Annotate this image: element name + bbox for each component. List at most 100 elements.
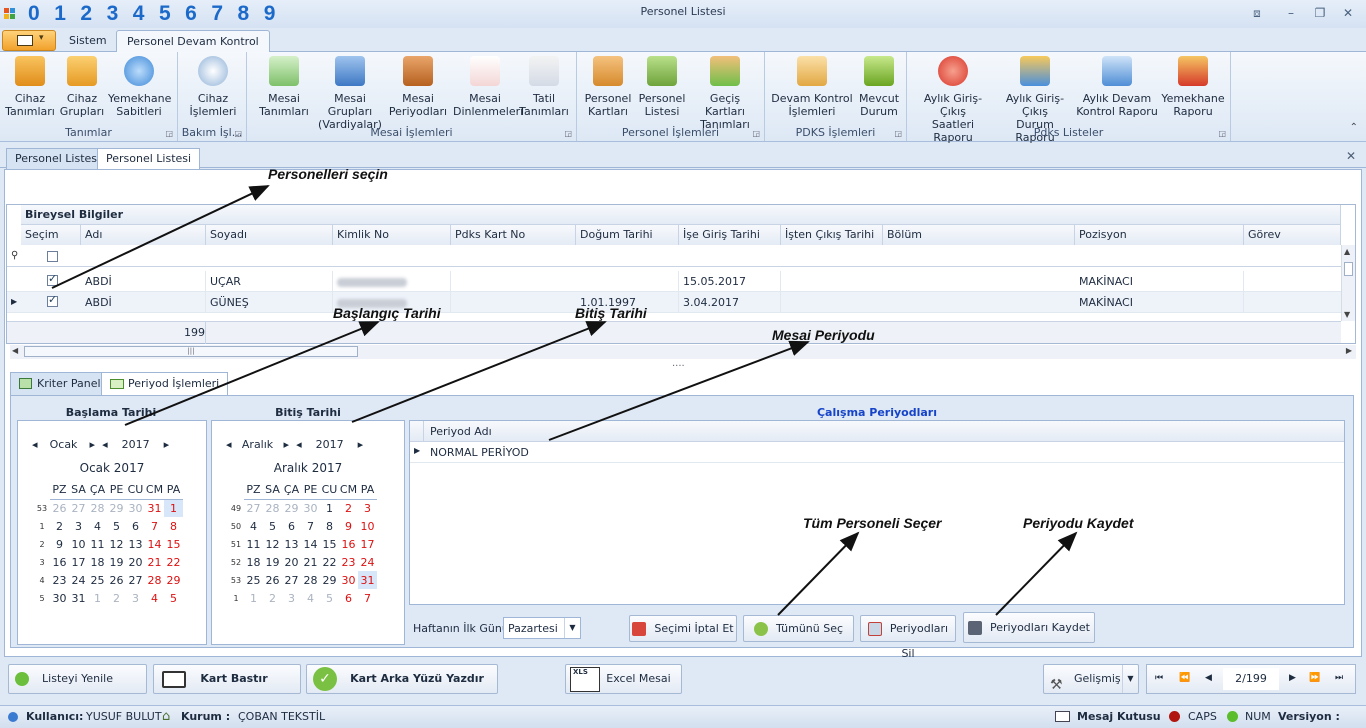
calendar-day[interactable]: 1 — [244, 589, 263, 607]
start-date-calendar[interactable]: ◂ Ocak ▸ ◂ 2017 ▸ Ocak 2017 PZ SA ÇA PE CU CM PA 53 26… — [17, 420, 207, 645]
calendar-day[interactable]: 28 — [263, 499, 282, 517]
dialog-launcher-icon[interactable]: ◲ — [564, 129, 572, 138]
calendar-day[interactable]: 14 — [301, 535, 320, 553]
calendar-day[interactable]: 20 — [126, 553, 145, 571]
calendar-day[interactable]: 15 — [320, 535, 339, 553]
prev-page-icon[interactable]: ◀ — [1205, 673, 1212, 683]
ribbon-button[interactable]: Cihaz İşlemleri — [182, 56, 244, 118]
column-header[interactable]: Doğum Tarihi — [576, 225, 679, 245]
next-month-icon[interactable]: ▸ — [90, 438, 96, 451]
splitter-handle[interactable]: .... — [672, 358, 685, 369]
calendar-day[interactable]: 26 — [50, 499, 69, 517]
vertical-scrollbar[interactable]: ▲ ▼ — [1341, 245, 1355, 321]
calendar-day[interactable]: 31 — [145, 499, 164, 517]
calendar-day[interactable]: 4 — [88, 517, 107, 535]
first-page-icon[interactable]: ⏮ — [1155, 673, 1163, 683]
calendar-day[interactable]: 29 — [164, 571, 183, 589]
calendar-day[interactable]: 19 — [263, 553, 282, 571]
dialog-launcher-icon[interactable]: ◲ — [1218, 129, 1226, 138]
ribbon-button[interactable]: Geçiş Kartları Tanımları — [689, 56, 761, 131]
ribbon-button[interactable]: Cihaz Grupları — [56, 56, 108, 118]
dialog-launcher-icon[interactable]: ◲ — [894, 129, 902, 138]
tab-sistem[interactable]: Sistem — [59, 30, 117, 52]
calendar-day[interactable]: 23 — [50, 571, 69, 589]
calendar-day[interactable]: 29 — [320, 571, 339, 589]
calendar-day[interactable]: 26 — [107, 571, 126, 589]
calendar-day[interactable]: 7 — [358, 589, 377, 607]
calendar-day[interactable]: 27 — [282, 571, 301, 589]
calendar-day[interactable]: 2 — [50, 517, 69, 535]
tab-periyod-islemleri[interactable]: Periyod İşlemleri — [101, 372, 229, 397]
calendar-day[interactable]: 6 — [339, 589, 358, 607]
calendar-day[interactable]: 29 — [282, 499, 301, 517]
calendar-day[interactable]: 30 — [301, 499, 320, 517]
doc-tab-personel-listesi-2[interactable]: Personel Listesi — [97, 148, 201, 169]
last-page-icon[interactable]: ⏭ — [1335, 673, 1343, 683]
close-window-button[interactable]: ✕ — [1341, 6, 1355, 20]
calendar-day[interactable]: 2 — [339, 499, 358, 517]
horizontal-scrollbar[interactable]: ◀ ||| ▶ — [10, 345, 1356, 359]
next-year-icon[interactable]: ▸ — [164, 438, 170, 451]
calendar-day[interactable]: 8 — [164, 517, 183, 535]
calendar-day[interactable]: 24 — [69, 571, 88, 589]
calendar-day[interactable]: 13 — [126, 535, 145, 553]
calendar-day[interactable]: 17 — [358, 535, 377, 553]
ribbon-button[interactable]: Aylık Devam Kontrol Raporu — [1075, 56, 1159, 118]
calendar-day[interactable]: 3 — [282, 589, 301, 607]
excel-overtime-button[interactable]: XLS Excel Mesai — [565, 664, 682, 694]
calendar-day[interactable]: 7 — [145, 517, 164, 535]
calendar-day[interactable]: 6 — [126, 517, 145, 535]
calendar-day[interactable]: 23 — [339, 553, 358, 571]
minimize-button[interactable]: – — [1284, 6, 1298, 20]
next-year-icon[interactable]: ▸ — [358, 438, 364, 451]
row-checkbox[interactable] — [47, 272, 58, 286]
ribbon-button[interactable]: Personel Listesi — [635, 56, 689, 118]
ribbon-button[interactable]: Yemekhane Sabitleri — [108, 56, 171, 118]
ribbon-button[interactable]: Tatil Tanımları — [519, 56, 569, 118]
calendar-day[interactable]: 27 — [244, 499, 263, 517]
app-menu-button[interactable]: ▾ — [2, 30, 56, 51]
calendar-day[interactable]: 31 — [358, 571, 377, 589]
calendar-day[interactable]: 5 — [164, 589, 183, 607]
calendar-day[interactable]: 16 — [339, 535, 358, 553]
calendar-day[interactable]: 3 — [69, 517, 88, 535]
column-header[interactable]: İşten Çıkış Tarihi — [781, 225, 883, 245]
ribbon-button[interactable]: Yemekhane Raporu — [1161, 56, 1225, 118]
ribbon-button[interactable]: Cihaz Tanımları — [4, 56, 56, 118]
cancel-selection-button[interactable]: Seçimi İptal Et — [629, 615, 737, 642]
message-box-link[interactable]: Mesaj Kutusu — [1077, 706, 1161, 728]
calendar-day[interactable]: 4 — [301, 589, 320, 607]
calendar-day[interactable]: 21 — [145, 553, 164, 571]
period-row[interactable]: ▶ NORMAL PERİYOD — [410, 442, 1344, 463]
calendar-day[interactable]: 13 — [282, 535, 301, 553]
tab-kriter-paneli[interactable]: Kriter Paneli — [10, 372, 113, 396]
column-header[interactable]: Soyadı — [206, 225, 333, 245]
calendar-day[interactable]: 27 — [69, 499, 88, 517]
dialog-launcher-icon[interactable]: ◲ — [234, 129, 242, 138]
doc-tab-personel-listesi-1[interactable]: Personel Listesi — [6, 148, 110, 169]
calendar-day[interactable]: 9 — [50, 535, 69, 553]
dialog-launcher-icon[interactable]: ◲ — [752, 129, 760, 138]
calendar-day[interactable]: 28 — [145, 571, 164, 589]
first-day-select[interactable]: Pazartesi ▼ — [503, 617, 581, 639]
column-header[interactable]: Adı — [81, 225, 206, 245]
end-date-calendar[interactable]: ◂ Aralık ▸ ◂ 2017 ▸ Aralık 2017 PZ SA ÇA PE CU CM PA… — [211, 420, 405, 645]
table-row[interactable]: ABDİUÇAR 15.05.2017 MAKİNACI — [7, 271, 1341, 292]
calendar-day[interactable]: 1 — [164, 499, 183, 517]
calendar-day[interactable]: 2 — [263, 589, 282, 607]
ribbon-button[interactable]: Devam Kontrol İşlemleri — [769, 56, 855, 118]
calendar-day[interactable]: 1 — [88, 589, 107, 607]
restore-layout-button[interactable]: ⧈ — [1250, 6, 1264, 20]
calendar-day[interactable]: 9 — [339, 517, 358, 535]
calendar-day[interactable]: 1 — [320, 499, 339, 517]
calendar-day[interactable]: 25 — [244, 571, 263, 589]
calendar-day[interactable]: 17 — [69, 553, 88, 571]
save-periods-button[interactable]: Periyodları Kaydet — [963, 612, 1095, 643]
calendar-day[interactable]: 3 — [126, 589, 145, 607]
row-checkbox[interactable] — [47, 293, 58, 307]
next-page-icon[interactable]: ▶ — [1289, 673, 1296, 683]
calendar-day[interactable]: 14 — [145, 535, 164, 553]
calendar-day[interactable]: 8 — [320, 517, 339, 535]
column-header[interactable]: İşe Giriş Tarihi — [679, 225, 781, 245]
calendar-day[interactable]: 11 — [244, 535, 263, 553]
